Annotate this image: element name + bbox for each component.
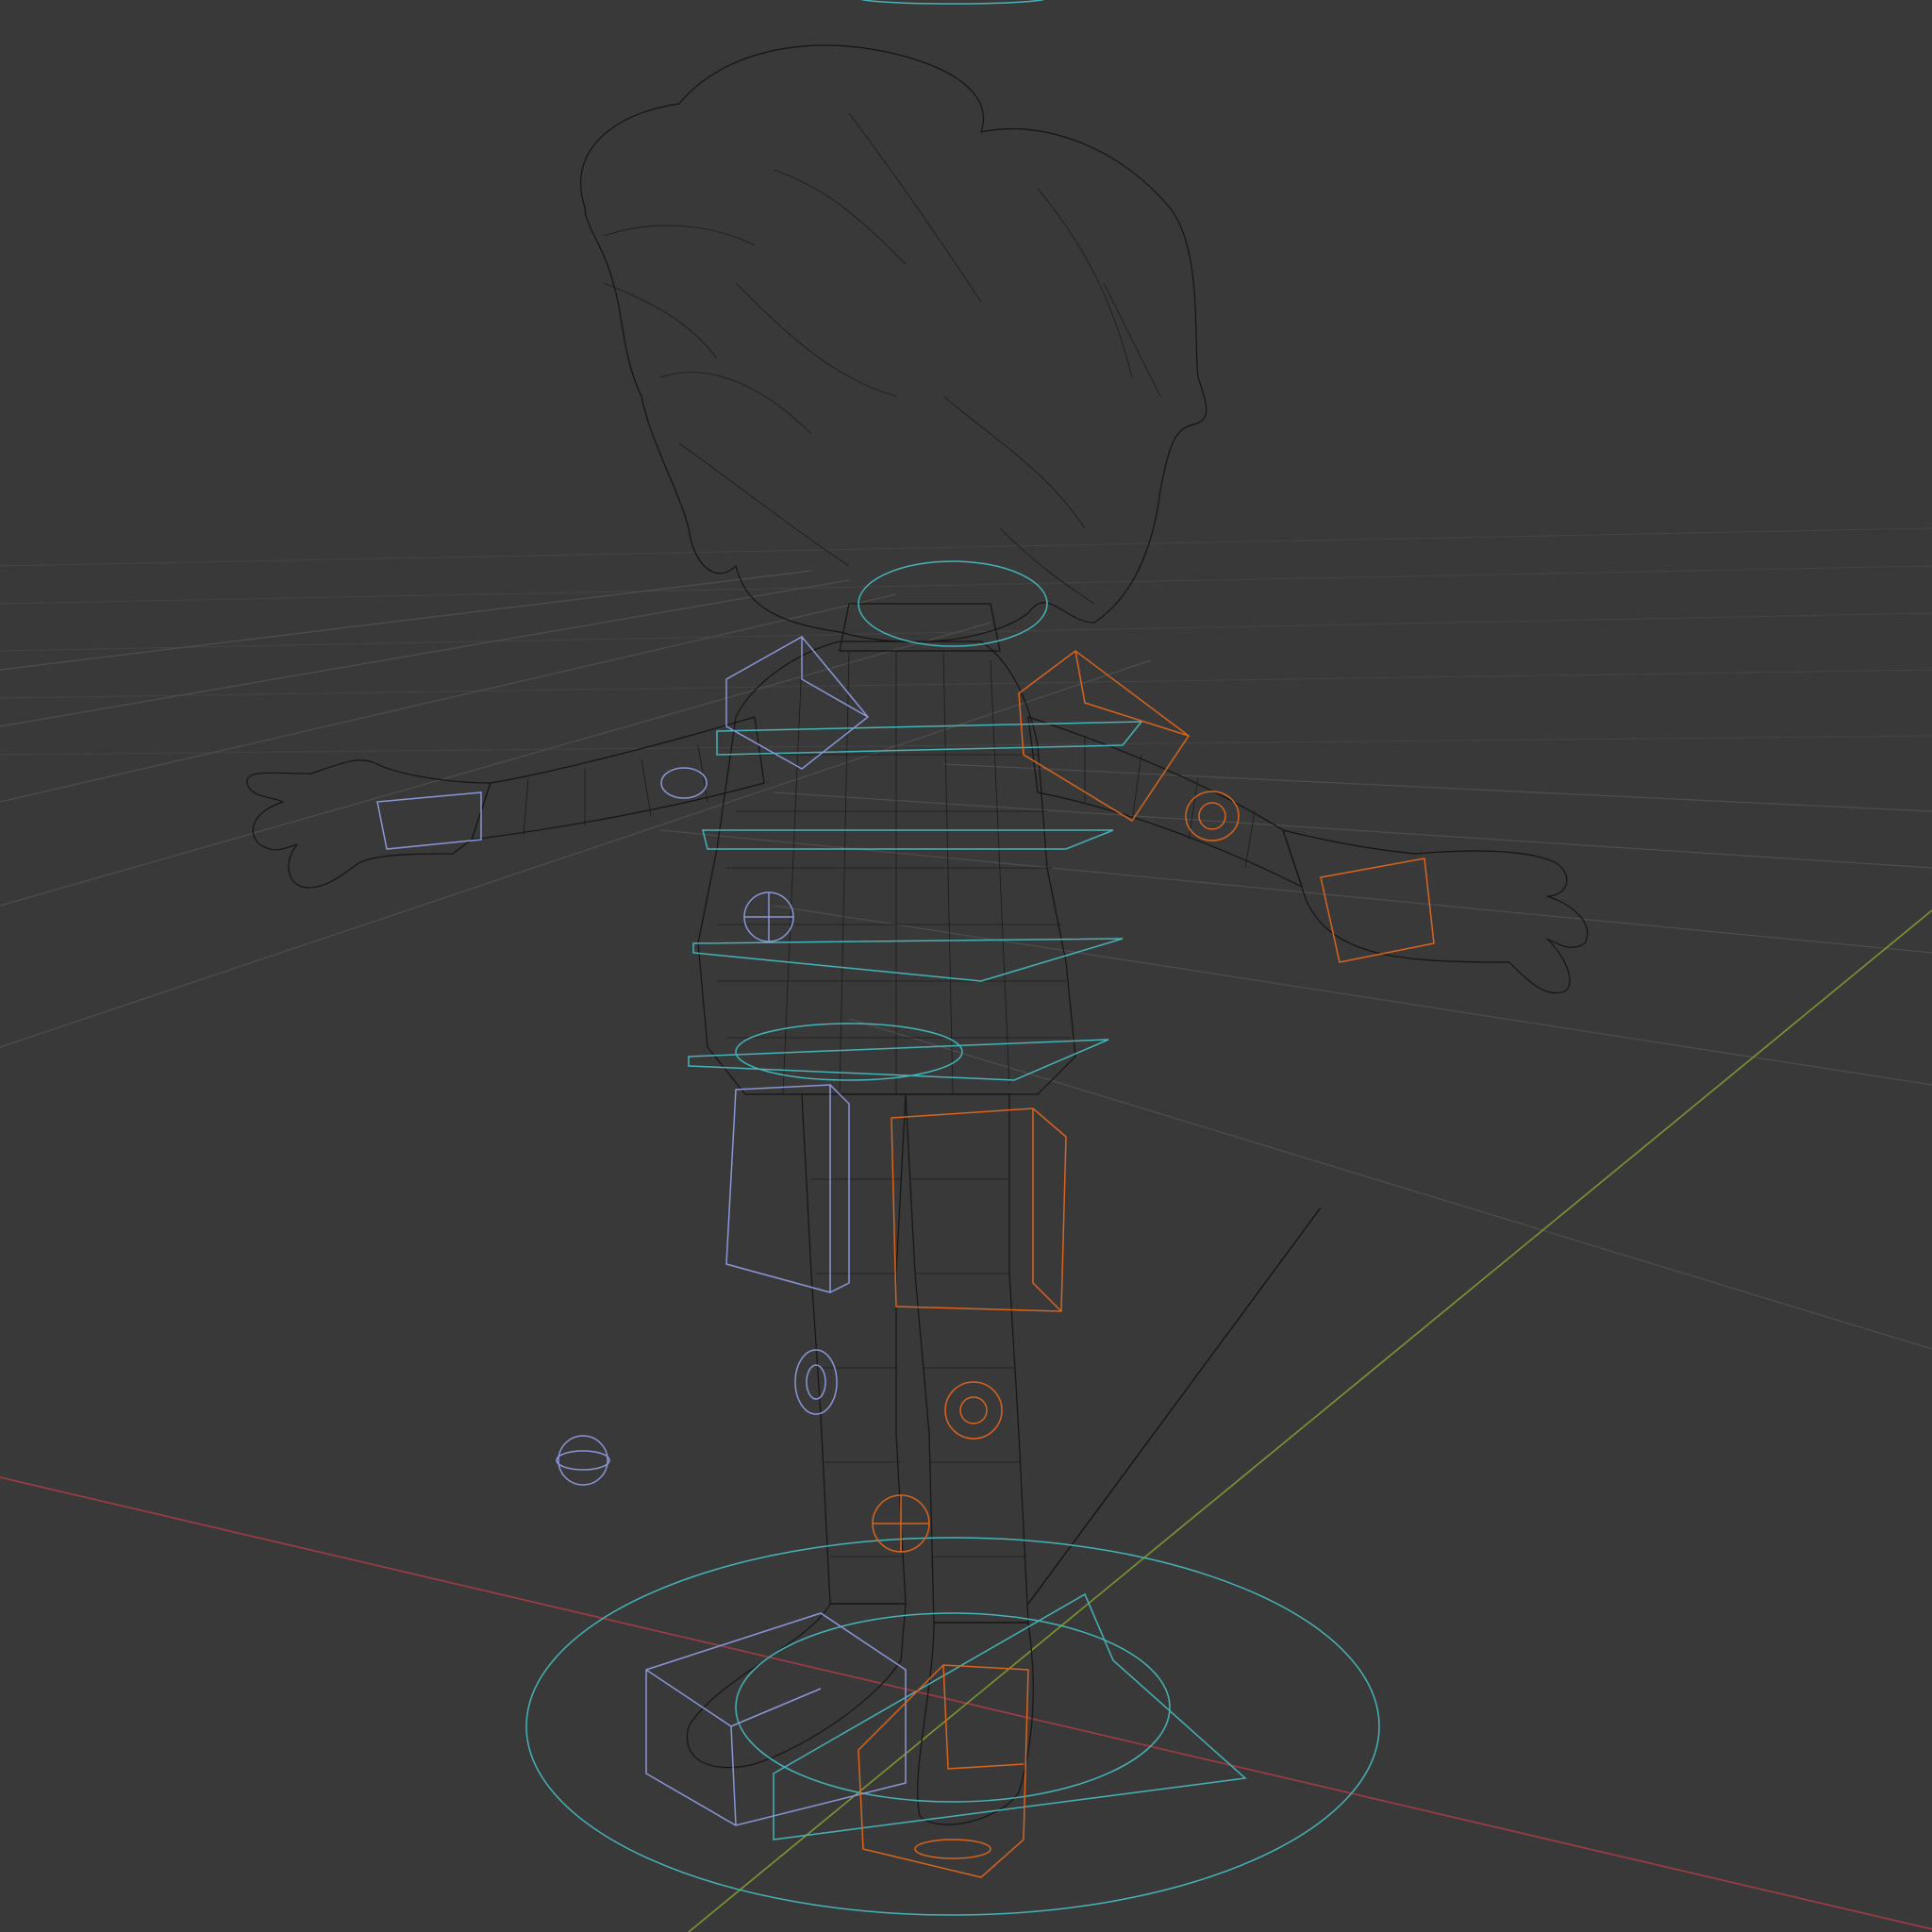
- hand-right-control: [1320, 858, 1435, 963]
- pole-left-control: [558, 1435, 608, 1486]
- rig-controls-left[interactable]: [376, 636, 907, 1826]
- shoe-right-mesh: [917, 1622, 1034, 1825]
- knee-right-control: [944, 1381, 1003, 1440]
- floor-grid: [0, 527, 1932, 1350]
- elbow-left-control: [660, 767, 708, 799]
- shoe-left-mesh: [686, 1603, 907, 1769]
- thigh-left-control: [725, 1084, 850, 1293]
- 3d-viewport[interactable]: [0, 0, 1932, 1932]
- rig-controls-center[interactable]: [525, 0, 1380, 1916]
- knee-left-control: [794, 1349, 838, 1415]
- top-control: [860, 0, 1045, 5]
- y-axis-line: [688, 909, 1932, 1932]
- hips-circle-control: [735, 1023, 963, 1081]
- knee-left-inner: [806, 1364, 826, 1400]
- leg-right-mesh: [905, 1093, 1029, 1624]
- character-mesh[interactable]: [246, 44, 1589, 1825]
- spine-control-mid: [692, 938, 1124, 982]
- arm-left-mesh: [471, 716, 765, 841]
- leg-left-mesh: [801, 1093, 907, 1605]
- hand-left-mesh: [246, 759, 491, 889]
- thigh-right-control: [891, 1108, 1067, 1312]
- chest-control: [716, 721, 1143, 756]
- hips-control: [688, 1039, 1109, 1081]
- elbow-right-control: [1185, 791, 1240, 841]
- pole-line: [1027, 1207, 1322, 1605]
- rig-controls-right[interactable]: [858, 650, 1435, 1878]
- hand-left-control: [376, 791, 482, 850]
- spine-control-upper: [702, 829, 1114, 850]
